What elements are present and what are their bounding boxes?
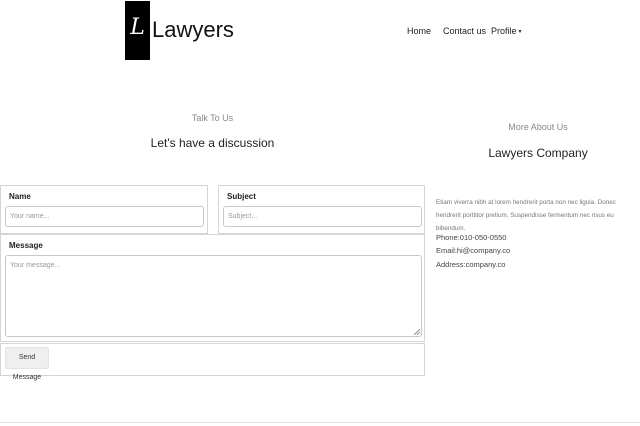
message-panel: Message Your message... <box>0 234 425 342</box>
name-panel: Name Your name... <box>0 185 208 234</box>
send-panel: Send Message <box>0 343 425 381</box>
nav-home[interactable]: Home <box>407 24 431 38</box>
caret-down-icon: ▼ <box>517 28 523 35</box>
about-paragraph: Etiam viverra nibh at lorem hendrerit po… <box>436 199 616 232</box>
nav-profile[interactable]: Profile▼ <box>491 24 522 39</box>
send-message-button[interactable]: Send Message <box>5 347 49 381</box>
logo-letter: L <box>130 15 145 40</box>
contact-email[interactable]: Email:hi@company.co <box>436 245 510 256</box>
subject-panel: Subject Subject... <box>218 185 425 234</box>
name-label: Name <box>9 192 31 201</box>
about-kicker: More About Us <box>508 122 568 132</box>
resize-handle-icon[interactable] <box>414 329 420 335</box>
about-heading: Lawyers Company <box>488 146 588 160</box>
nav-contact-us[interactable]: Contact us <box>443 24 486 38</box>
name-input[interactable]: Your name... <box>5 206 204 227</box>
message-label: Message <box>9 241 43 250</box>
nav-profile-label: Profile <box>491 26 517 36</box>
contact-heading: Let's have a discussion <box>150 136 275 150</box>
message-placeholder: Your message... <box>10 262 61 269</box>
message-textarea[interactable]: Your message... <box>5 255 422 337</box>
subject-label: Subject <box>227 192 256 201</box>
logo-mark[interactable]: L <box>125 1 150 60</box>
footer-divider <box>0 422 640 423</box>
logo-text[interactable]: Lawyers <box>152 16 234 44</box>
contact-kicker: Talk To Us <box>191 113 234 123</box>
contact-phone: Phone:010-050-0550 <box>436 233 507 242</box>
subject-input[interactable]: Subject... <box>223 206 422 227</box>
contact-address: Address:company.co <box>436 260 506 269</box>
